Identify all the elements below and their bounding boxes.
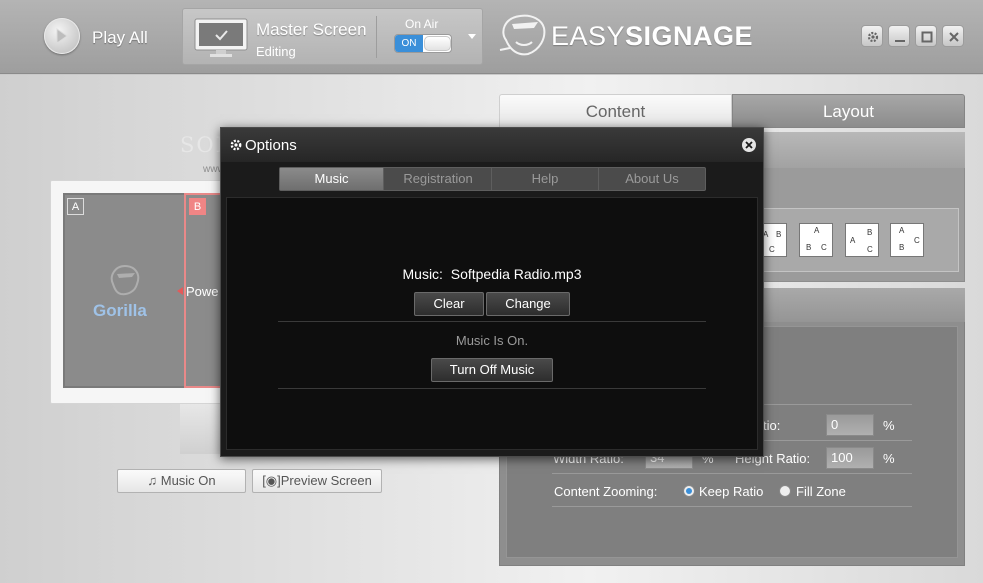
- tab-music[interactable]: Music: [280, 168, 384, 190]
- monitor-icon: [194, 18, 248, 57]
- content-zooming-label: Content Zooming:: [554, 484, 658, 499]
- tab-registration[interactable]: Registration: [385, 168, 492, 190]
- brand-part-1: EASY: [551, 21, 626, 51]
- music-on-button[interactable]: ♫ Music On: [117, 469, 246, 493]
- dialog-title: Options: [245, 137, 297, 154]
- marquee-arrow-icon: [177, 287, 183, 295]
- gear-icon: [230, 139, 242, 151]
- layout-option-2[interactable]: ABC: [799, 223, 833, 257]
- screen-status: Editing: [256, 44, 296, 59]
- keep-ratio-label[interactable]: Keep Ratio: [699, 484, 763, 499]
- dialog-close-button[interactable]: [742, 138, 756, 152]
- percent-label: %: [883, 418, 895, 433]
- preview-screen-label: Preview Screen: [280, 473, 372, 488]
- tab-content[interactable]: Content: [499, 94, 732, 128]
- divider: [278, 388, 706, 389]
- dialog-title-bar[interactable]: [221, 128, 763, 162]
- play-all-label[interactable]: Play All: [92, 28, 148, 48]
- zone-a-tag: A: [67, 198, 84, 215]
- gorilla-icon: [110, 264, 140, 296]
- close-icon: [745, 141, 753, 149]
- close-icon: [949, 32, 959, 42]
- on-air-state: ON: [395, 35, 423, 52]
- tab-about-us[interactable]: About Us: [599, 168, 705, 190]
- music-tab-panel: [226, 197, 758, 450]
- minimize-icon: [895, 40, 905, 42]
- fill-zone-label[interactable]: Fill Zone: [796, 484, 846, 499]
- divider: [552, 473, 912, 474]
- close-button[interactable]: [942, 25, 964, 47]
- brand-part-2: SIGNAGE: [625, 21, 754, 51]
- music-prefix: Music:: [402, 266, 443, 282]
- ratio-input[interactable]: 0: [826, 414, 874, 436]
- change-button[interactable]: Change: [486, 292, 570, 316]
- divider: [376, 16, 377, 58]
- maximize-button[interactable]: [915, 25, 937, 47]
- layout-option-3[interactable]: ABC: [845, 223, 879, 257]
- music-file-name: Softpedia Radio.mp3: [450, 266, 582, 282]
- screen-selector[interactable]: Master Screen Editing On Air ON: [182, 8, 483, 65]
- zone-b-tag: B: [189, 198, 206, 215]
- on-air-toggle[interactable]: ON: [394, 34, 452, 53]
- tab-layout[interactable]: Layout: [732, 94, 965, 128]
- settings-button[interactable]: [861, 25, 883, 47]
- current-music: Music: Softpedia Radio.mp3: [226, 266, 758, 282]
- play-all-button[interactable]: [44, 18, 80, 54]
- play-icon: [56, 28, 68, 44]
- preview-screen-button[interactable]: [◉]Preview Screen: [252, 469, 382, 493]
- height-ratio-input[interactable]: 100: [826, 447, 874, 469]
- keep-ratio-radio[interactable]: [683, 485, 695, 497]
- fill-zone-radio[interactable]: [779, 485, 791, 497]
- zone-a-logo-text: Gorilla: [93, 301, 147, 320]
- screen-title: Master Screen: [256, 20, 367, 39]
- maximize-icon: [921, 31, 933, 43]
- turn-off-music-button[interactable]: Turn Off Music: [431, 358, 553, 382]
- music-status: Music Is On.: [455, 333, 529, 348]
- minimize-button[interactable]: [888, 25, 910, 47]
- zone-b-text: Powe: [186, 284, 219, 299]
- chevron-down-icon[interactable]: [468, 34, 476, 39]
- music-on-label: Music On: [160, 473, 216, 488]
- tab-help[interactable]: Help: [492, 168, 599, 190]
- gear-icon: [867, 31, 879, 43]
- music-note-icon: ♫: [147, 473, 161, 488]
- divider: [552, 506, 912, 507]
- divider: [278, 321, 706, 322]
- layout-option-4[interactable]: ABC: [890, 223, 924, 257]
- preview-icon: [◉]: [262, 473, 281, 488]
- ratio-label: tio:: [763, 418, 781, 433]
- app-brand: EASYSIGNAGE: [551, 21, 753, 52]
- on-air-label: On Air: [405, 17, 439, 31]
- percent-label: %: [883, 451, 895, 466]
- clear-button[interactable]: Clear: [414, 292, 484, 316]
- toggle-knob: [424, 36, 451, 51]
